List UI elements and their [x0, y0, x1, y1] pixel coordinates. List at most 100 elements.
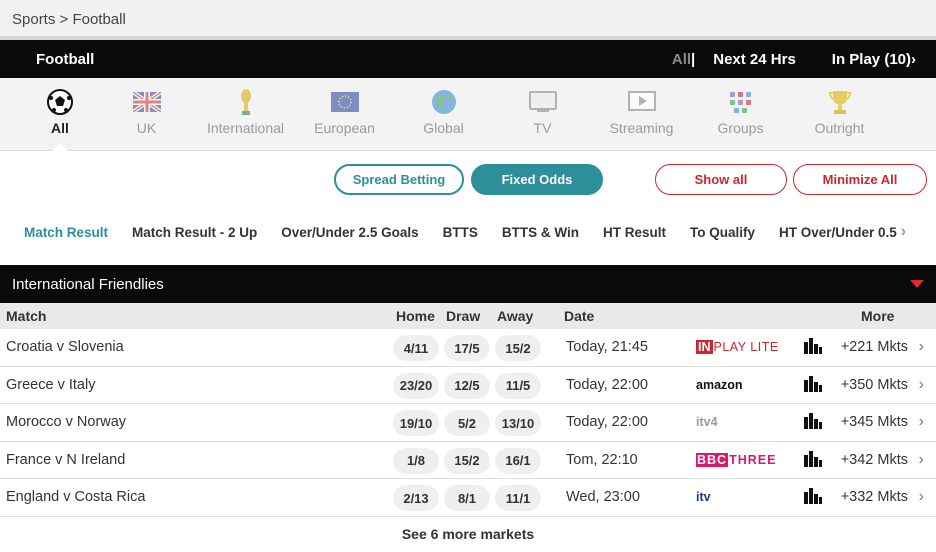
eu-flag-icon — [295, 88, 394, 116]
draw-odds-button[interactable]: 17/5 — [444, 335, 490, 361]
match-name-link[interactable]: Morocco v Norway — [6, 414, 126, 430]
uk-flag-icon — [97, 88, 196, 116]
match-name-link[interactable]: France v N Ireland — [6, 452, 125, 468]
away-odds-button[interactable]: 13/10 — [495, 410, 541, 436]
column-more: More — [861, 308, 895, 324]
market-tab-match-result-2-up[interactable]: Match Result - 2 Up — [132, 225, 257, 240]
stats-icon[interactable] — [804, 413, 822, 433]
more-markets-link[interactable]: +342 Mkts — [841, 452, 908, 468]
category-tabs: All UK International European Global TV — [0, 78, 936, 151]
table-row: Greece v Italy 23/20 12/5 11/5 Today, 22… — [0, 367, 936, 404]
stats-icon[interactable] — [804, 375, 822, 396]
category-tab-streaming[interactable]: Streaming — [592, 78, 691, 150]
draw-odds-button[interactable]: 5/2 — [444, 410, 490, 436]
category-label: International — [206, 120, 285, 136]
collapse-caret-icon[interactable] — [910, 280, 924, 288]
match-name-link[interactable]: England v Costa Rica — [6, 489, 145, 505]
broadcaster-logo: BBC THREE — [696, 452, 777, 467]
market-tab-match-result[interactable]: Match Result — [24, 225, 108, 240]
category-tab-all[interactable]: All — [23, 78, 97, 151]
home-odds-button[interactable]: 19/10 — [393, 410, 439, 436]
match-date: Today, 21:45 — [566, 339, 648, 355]
market-tab-btts-win[interactable]: BTTS & Win — [502, 225, 579, 240]
more-markets-link[interactable]: +345 Mkts — [841, 414, 908, 430]
broadcaster-logo: itv — [696, 490, 711, 504]
more-markets-link[interactable]: +221 Mkts — [841, 339, 908, 355]
more-markets-link[interactable]: +332 Mkts — [841, 489, 908, 505]
match-name-link[interactable]: Greece v Italy — [6, 377, 95, 393]
stats-icon[interactable] — [804, 338, 822, 358]
column-match: Match — [6, 308, 47, 324]
match-date: Today, 22:00 — [566, 376, 648, 393]
column-draw: Draw — [446, 308, 481, 324]
category-tab-tv[interactable]: TV — [493, 78, 592, 150]
market-tab-btts[interactable]: BTTS — [443, 225, 478, 240]
category-label: Outright — [814, 120, 865, 136]
table-row: Morocco v Norway 19/10 5/2 13/10 Today, … — [0, 404, 936, 442]
category-tab-outright[interactable]: Outright — [790, 78, 889, 150]
column-home: Home — [396, 308, 435, 324]
category-label: Streaming — [609, 120, 674, 136]
category-tab-uk[interactable]: UK — [97, 78, 196, 150]
category-label: All — [51, 120, 69, 136]
category-tab-international[interactable]: International — [196, 78, 295, 150]
spread-betting-button[interactable]: Spread Betting — [334, 163, 464, 195]
category-label: TV — [533, 120, 552, 136]
away-odds-button[interactable]: 16/1 — [495, 447, 541, 474]
home-odds-button[interactable]: 1/8 — [393, 447, 439, 474]
away-odds-button[interactable]: 15/2 — [495, 335, 541, 361]
home-odds-button[interactable]: 23/20 — [393, 372, 439, 399]
category-label: UK — [136, 120, 157, 136]
bbc-logo-text: THREE — [729, 452, 777, 467]
market-tab-to-qualify[interactable]: To Qualify — [690, 225, 755, 240]
chevron-right-icon[interactable]: › — [901, 223, 906, 241]
away-odds-button[interactable]: 11/1 — [495, 485, 541, 511]
more-markets-link[interactable]: +350 Mkts — [841, 377, 908, 393]
filter-inplay-link[interactable]: In Play (10)› — [832, 51, 916, 68]
inplay-logo-box: IN — [696, 340, 713, 354]
chevron-right-icon[interactable]: › — [919, 451, 924, 469]
draw-odds-button[interactable]: 15/2 — [444, 447, 490, 474]
broadcaster-logo: IN PLAY LITE — [696, 340, 779, 354]
filter-next24-link[interactable]: Next 24 Hrs — [713, 51, 796, 68]
filter-all-link[interactable]: All — [672, 51, 691, 68]
broadcaster-logo: amazon — [696, 377, 743, 392]
minimize-all-button[interactable]: Minimize All — [793, 163, 927, 195]
home-odds-button[interactable]: 4/11 — [393, 335, 439, 361]
category-tab-groups[interactable]: Groups — [691, 78, 790, 150]
market-tab-ht-result[interactable]: HT Result — [603, 225, 666, 240]
stats-icon[interactable] — [804, 488, 822, 508]
away-odds-button[interactable]: 11/5 — [495, 372, 541, 399]
trophy-icon — [196, 88, 295, 116]
home-odds-button[interactable]: 2/13 — [393, 485, 439, 511]
fixed-odds-button[interactable]: Fixed Odds — [471, 163, 603, 195]
column-away: Away — [497, 308, 534, 324]
cup-icon — [790, 88, 889, 116]
chevron-right-icon[interactable]: › — [919, 413, 924, 431]
chevron-right-icon[interactable]: › — [919, 488, 924, 506]
table-row: England v Costa Rica 2/13 8/1 11/1 Wed, … — [0, 479, 936, 517]
play-icon — [592, 88, 691, 116]
chevron-right-icon[interactable]: › — [919, 376, 924, 394]
stats-icon[interactable] — [804, 450, 822, 471]
competition-header[interactable]: International Friendlies — [0, 265, 936, 303]
match-name-link[interactable]: Croatia v Slovenia — [6, 339, 124, 355]
table-row: Croatia v Slovenia 4/11 17/5 15/2 Today,… — [0, 329, 936, 367]
category-tab-global[interactable]: Global — [394, 78, 493, 150]
draw-odds-button[interactable]: 8/1 — [444, 485, 490, 511]
market-tabs: Match Result Match Result - 2 Up Over/Un… — [0, 207, 936, 257]
breadcrumb[interactable]: Sports > Football — [0, 0, 936, 40]
see-more-markets-link[interactable]: See 6 more markets — [0, 517, 936, 542]
category-tab-european[interactable]: European — [295, 78, 394, 150]
tv-icon — [493, 88, 592, 116]
show-all-button[interactable]: Show all — [655, 163, 787, 195]
inplay-logo-text: PLAY LITE — [713, 340, 779, 354]
chevron-right-icon[interactable]: › — [919, 338, 924, 356]
column-date: Date — [564, 308, 595, 324]
football-icon — [23, 88, 97, 116]
market-tab-ht-over-under-0-5[interactable]: HT Over/Under 0.5 — [779, 225, 897, 240]
market-tab-over-under-2-5[interactable]: Over/Under 2.5 Goals — [281, 225, 418, 240]
draw-odds-button[interactable]: 12/5 — [444, 372, 490, 399]
sport-header-bar: Football All | Next 24 Hrs In Play (10)› — [0, 40, 936, 78]
sport-title: Football — [36, 50, 95, 68]
